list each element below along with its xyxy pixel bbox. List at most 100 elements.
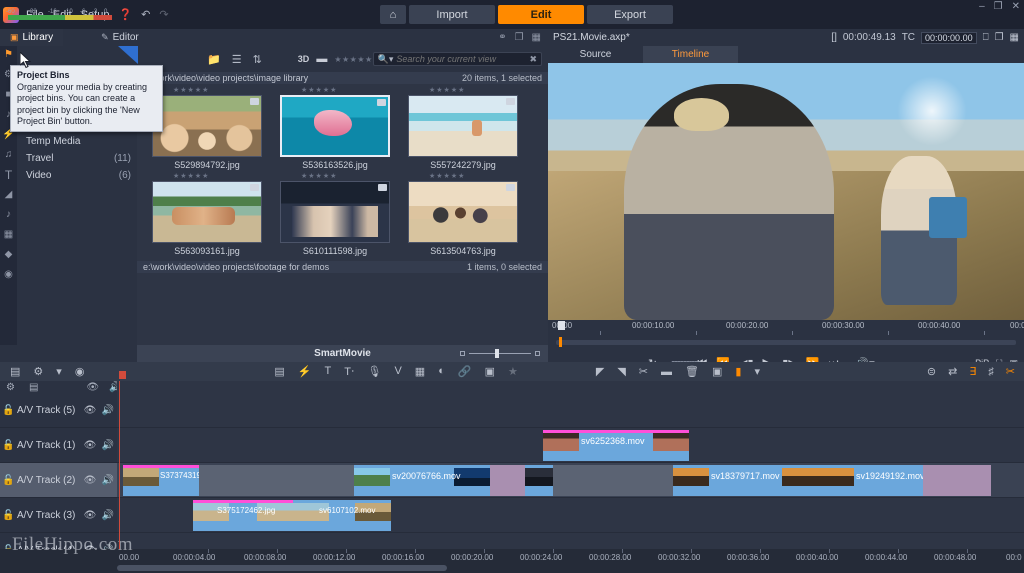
transitions-icon[interactable]: ◢ <box>2 188 16 201</box>
item-thumbnail[interactable] <box>408 181 518 243</box>
magnet-icon[interactable]: ∃ <box>969 365 976 378</box>
layout-icon[interactable]: ▦ <box>532 32 541 43</box>
help-icon[interactable]: ❓ <box>118 8 132 21</box>
bin-item-temp-media[interactable]: Temp Media <box>17 133 137 150</box>
keyframe-icon[interactable]: ▦ <box>2 228 16 241</box>
timeline-lane-5[interactable] <box>117 393 1024 428</box>
zoom-knob[interactable] <box>495 349 499 358</box>
timeline-clip[interactable]: S37374319... <box>123 465 199 496</box>
effect-icon[interactable]: ⚡ <box>298 365 312 378</box>
clear-icon[interactable]: ✖ <box>529 54 537 65</box>
redo-icon[interactable]: ↷ <box>159 8 168 21</box>
track-height-icon[interactable]: ▤ <box>29 382 38 393</box>
audio-icon[interactable]: ♫ <box>2 148 16 161</box>
timeline-transition[interactable] <box>923 465 991 496</box>
audio-scrub-icon[interactable]: ♯ <box>988 366 994 378</box>
label-3d[interactable]: 3D <box>298 54 310 64</box>
undo-icon[interactable]: ↶ <box>141 8 150 21</box>
item-thumbnail[interactable] <box>408 95 518 157</box>
tab-source[interactable]: Source <box>548 46 643 63</box>
zoom-in-icon[interactable] <box>535 351 540 356</box>
split-view-icon[interactable]: ▦ <box>1010 32 1019 43</box>
marker-color-icon[interactable]: ▮ <box>735 365 741 378</box>
snapshot-icon[interactable]: ▣ <box>712 365 722 378</box>
lock-icon[interactable]: 🔓 <box>0 405 17 416</box>
track-header-1[interactable]: 🔓 A/V Track (1) 👁 🔊 <box>0 428 117 463</box>
item-thumbnail[interactable] <box>152 181 262 243</box>
eye-icon[interactable]: 👁 <box>81 405 99 416</box>
tools-icon[interactable]: ✂ <box>1006 365 1015 378</box>
timeline-clip[interactable]: sv19249192.mov <box>818 465 923 496</box>
minimize-button[interactable]: – <box>979 2 985 12</box>
edit-button[interactable]: Edit <box>498 5 584 24</box>
speaker-icon[interactable]: 🔊 <box>99 405 117 416</box>
ghost-icon[interactable]: ★ <box>508 365 518 378</box>
speaker-icon[interactable]: 🔊 <box>99 510 117 521</box>
library-item[interactable]: ★★★★★ S536163526.jpg <box>271 86 399 170</box>
item-rating[interactable]: ★★★★★ <box>271 172 399 181</box>
item-rating[interactable]: ★★★★★ <box>399 172 527 181</box>
timeline-view-icon[interactable]: ▤ <box>10 365 20 378</box>
lock-icon[interactable]: 🔓 <box>0 440 17 451</box>
list-view-icon[interactable]: ☰ <box>232 53 242 66</box>
preview-video[interactable] <box>548 63 1024 320</box>
speed-icon[interactable]: V <box>394 365 401 378</box>
eye-icon[interactable]: 👁 <box>81 510 99 521</box>
library-item[interactable]: ★★★★★ S557242279.jpg <box>399 86 527 170</box>
disc-icon[interactable]: ◉ <box>2 268 16 281</box>
zoom-out-icon[interactable] <box>460 351 465 356</box>
record-icon[interactable]: ◉ <box>75 365 85 378</box>
timeline-gap[interactable] <box>553 465 673 496</box>
import-button[interactable]: Import <box>409 5 495 24</box>
timeline-clip[interactable] <box>525 465 553 496</box>
library-content[interactable]: e:\work\video\video projects\image libra… <box>137 72 548 345</box>
item-rating[interactable]: ★★★★★ <box>143 172 271 181</box>
track-manager-icon[interactable]: ⚙ <box>33 365 43 378</box>
timeline-clip[interactable]: sv20076766.mov <box>354 465 490 496</box>
delete-icon[interactable]: 🗑 <box>685 365 699 378</box>
project-bin-icon[interactable]: ⚑ <box>2 48 16 61</box>
detach-icon[interactable]: ⚭ <box>498 32 506 43</box>
item-rating[interactable]: ★★★★★ <box>399 86 527 95</box>
library-item[interactable]: ★★★★★ S563093161.jpg <box>143 172 271 256</box>
speaker-icon[interactable]: 🔊 <box>99 475 117 486</box>
marker-dropdown-icon[interactable]: ▾ <box>56 365 62 378</box>
subtitle-icon[interactable]: T‧ <box>344 365 354 378</box>
close-button[interactable]: ✕ <box>1012 2 1020 12</box>
speaker-icon[interactable]: 🔊 <box>99 440 117 451</box>
sync-icon[interactable]: ⇄ <box>948 365 957 378</box>
rating-filter[interactable]: ★★★★★ <box>334 55 372 64</box>
scrub-track[interactable] <box>556 340 1016 345</box>
duplicate-icon[interactable]: ❐ <box>515 32 524 43</box>
voiceover-icon[interactable]: 🎙 <box>367 365 381 378</box>
preview-ruler[interactable]: 00.00 00:00:10.00 00:00:20.00 00:00:30.0… <box>548 320 1024 337</box>
timeline-gap[interactable] <box>199 465 354 496</box>
preview-position-marker[interactable] <box>558 321 565 330</box>
color-icon[interactable]: ♪ <box>2 208 16 221</box>
bin-item-travel[interactable]: Travel (11) <box>17 150 137 167</box>
grid-icon[interactable]: ▦ <box>415 365 425 378</box>
eye-icon[interactable]: 👁 <box>81 440 99 451</box>
monitor-icon[interactable]: ▬ <box>316 53 327 65</box>
item-rating[interactable]: ★★★★★ <box>271 86 399 95</box>
smartmovie-label[interactable]: SmartMovie <box>314 348 371 359</box>
scrub-head[interactable] <box>559 337 562 347</box>
timeline-transition[interactable] <box>490 465 525 496</box>
library-item[interactable]: ★★★★★ S610111598.jpg <box>271 172 399 256</box>
lock-icon[interactable]: 🔓 <box>0 510 17 521</box>
sort-icon[interactable]: ⇅ <box>253 53 262 66</box>
timeline-horizontal-scrollbar[interactable] <box>117 565 447 571</box>
timeline-clip[interactable]: sv6252368.mov <box>543 430 689 461</box>
title-icon[interactable]: T <box>325 365 332 378</box>
export-button[interactable]: Export <box>587 5 673 24</box>
scroll-icon[interactable]: ⚙ <box>6 382 15 393</box>
title-icon[interactable]: T <box>2 168 16 182</box>
home-button[interactable]: ⌂ <box>380 5 406 24</box>
playhead-handle[interactable] <box>119 371 126 379</box>
folder-icon[interactable]: 📁 <box>207 53 221 66</box>
detach-window-icon[interactable]: ⎕ <box>983 32 989 43</box>
timeline-clip[interactable]: S375172462.jpg <box>193 500 293 531</box>
restore-button[interactable]: ❐ <box>994 2 1003 12</box>
eye-icon[interactable]: 👁 <box>81 475 99 486</box>
color-wheel-icon[interactable]: ◐ <box>438 365 445 378</box>
